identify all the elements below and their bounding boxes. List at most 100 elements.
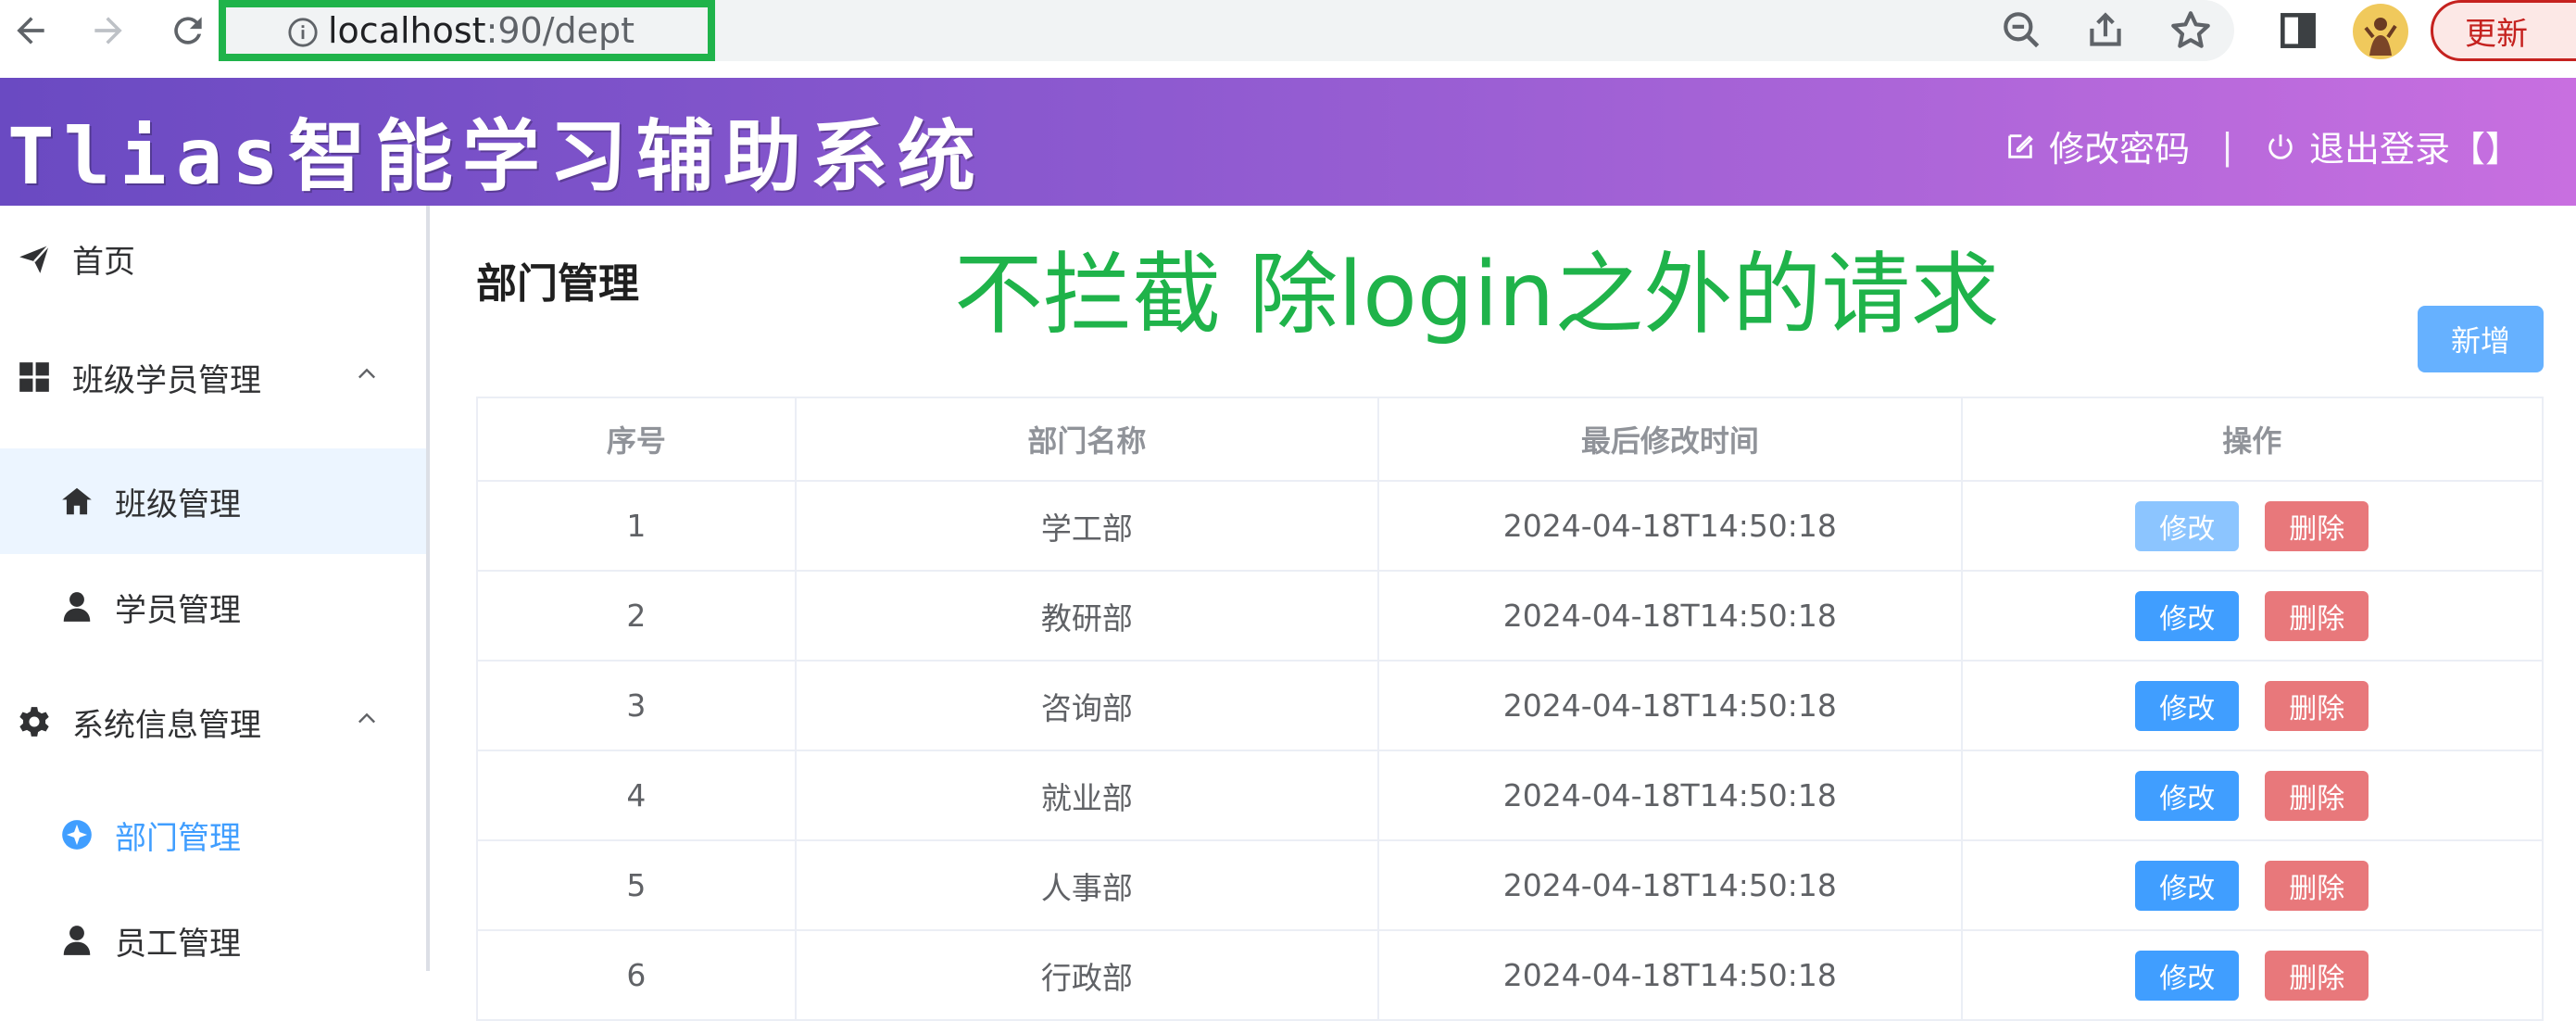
url-host: localhost [328, 10, 486, 51]
table-row: 2 教研部 2024-04-18T14:50:18 修改 删除 [478, 572, 2544, 662]
column-header-actions: 操作 [1962, 398, 2544, 482]
delete-button[interactable]: 删除 [2265, 500, 2369, 551]
cell-actions: 修改 删除 [1962, 931, 2544, 1021]
cell-actions: 修改 删除 [1962, 572, 2544, 662]
cell-name: 行政部 [796, 931, 1380, 1021]
cell-index: 4 [478, 751, 797, 841]
sidebar-group-class[interactable]: 班级学员管理 [0, 324, 426, 430]
logout-link[interactable]: 退出登录【】 [2265, 120, 2520, 171]
column-header-index: 序号 [478, 398, 797, 482]
delete-button[interactable]: 删除 [2265, 950, 2369, 1001]
sidebar-item-departments[interactable]: 部门管理 [0, 782, 426, 888]
app-title: Tlias智能学习辅助系统 [7, 111, 985, 202]
sidebar-item-home[interactable]: 首页 [0, 206, 426, 311]
forward-button[interactable] [78, 0, 139, 61]
edit-button[interactable]: 修改 [2135, 770, 2240, 821]
delete-button[interactable]: 删除 [2265, 860, 2369, 911]
star-icon [2171, 11, 2210, 48]
zoom-out-button[interactable] [1999, 7, 2045, 54]
page-title: 部门管理 [476, 260, 639, 308]
address-bar[interactable]: localhost:90/dept [219, 0, 715, 61]
department-table: 序号 部门名称 最后修改时间 操作 1 学工部 2024-04-18T14:50… [476, 397, 2544, 1021]
sidebar-item-students[interactable]: 学员管理 [0, 554, 426, 660]
add-department-button[interactable]: 新增 [2418, 306, 2544, 372]
sidebar-item-label: 员工管理 [115, 925, 241, 963]
cell-name: 教研部 [796, 572, 1380, 662]
cell-updated: 2024-04-18T14:50:18 [1379, 572, 1963, 662]
delete-button[interactable]: 删除 [2265, 680, 2369, 731]
edit-button[interactable]: 修改 [2135, 590, 2240, 641]
department-icon [59, 817, 94, 852]
user-icon [59, 589, 94, 624]
delete-button[interactable]: 删除 [2265, 770, 2369, 821]
cell-index: 6 [478, 931, 797, 1021]
table-row: 5 人事部 2024-04-18T14:50:18 修改 删除 [478, 841, 2544, 931]
table-row: 6 行政部 2024-04-18T14:50:18 修改 删除 [478, 931, 2544, 1021]
browser-toolbar: localhost:90/dept 更新 [0, 0, 2576, 78]
cell-index: 2 [478, 572, 797, 662]
logout-label: 退出登录【】 [2308, 129, 2520, 170]
chevron-up-icon [358, 712, 375, 724]
cell-actions: 修改 删除 [1962, 662, 2544, 751]
edit-button[interactable]: 修改 [2135, 950, 2240, 1001]
cell-actions: 修改 删除 [1962, 482, 2544, 572]
gear-icon [17, 704, 52, 739]
cell-updated: 2024-04-18T14:50:18 [1379, 482, 1963, 572]
avatar-figure-icon [2364, 18, 2397, 56]
grid-icon [17, 359, 52, 395]
header-links: 修改密码 | 退出登录【】 [2004, 120, 2520, 171]
site-info-icon[interactable] [287, 17, 319, 48]
cell-updated: 2024-04-18T14:50:18 [1379, 841, 1963, 931]
profile-avatar[interactable] [2353, 4, 2408, 59]
table-row: 1 学工部 2024-04-18T14:50:18 修改 删除 [478, 482, 2544, 572]
cell-name: 咨询部 [796, 662, 1380, 751]
sidebar-group-system[interactable]: 系统信息管理 [0, 669, 426, 775]
cell-updated: 2024-04-18T14:50:18 [1379, 751, 1963, 841]
cell-index: 3 [478, 662, 797, 751]
back-arrow-icon [17, 17, 44, 44]
employee-icon [59, 923, 94, 958]
change-password-link[interactable]: 修改密码 [2004, 120, 2190, 171]
edit-button[interactable]: 修改 [2135, 500, 2240, 551]
share-icon [2090, 12, 2121, 46]
sidebar-item-label: 部门管理 [115, 819, 241, 857]
sidebar-item-label: 学员管理 [115, 591, 241, 629]
reload-button[interactable] [157, 0, 219, 61]
cell-index: 5 [478, 841, 797, 931]
cell-updated: 2024-04-18T14:50:18 [1379, 662, 1963, 751]
chevron-up-icon [358, 368, 375, 379]
side-panel-button[interactable] [2275, 7, 2321, 54]
forward-arrow-icon [94, 17, 122, 44]
table-row: 3 咨询部 2024-04-18T14:50:18 修改 删除 [478, 662, 2544, 751]
back-button[interactable] [0, 0, 61, 61]
update-label: 更新 [2465, 15, 2528, 53]
edit-button[interactable]: 修改 [2135, 860, 2240, 911]
reload-icon [174, 17, 202, 44]
cell-actions: 修改 删除 [1962, 751, 2544, 841]
header-separator: | [2221, 125, 2233, 167]
bookmark-button[interactable] [2168, 7, 2214, 54]
sidebar-item-employees[interactable]: 员工管理 [0, 888, 426, 993]
zoom-out-icon [2004, 12, 2040, 48]
sidebar-menu: 首页 班级学员管理 班级管理 学员管理 系统信息管理 部门管理 员工管理 [0, 206, 430, 971]
side-panel-icon [2281, 13, 2316, 48]
delete-button[interactable]: 删除 [2265, 590, 2369, 641]
cell-index: 1 [478, 482, 797, 572]
edit-button[interactable]: 修改 [2135, 680, 2240, 731]
sidebar-item-class[interactable]: 班级管理 [0, 448, 426, 554]
annotation-text: 不拦截 除login之外的请求 [954, 243, 2000, 347]
url-text: localhost:90/dept [328, 10, 635, 51]
browser-update-button[interactable]: 更新 [2431, 0, 2576, 61]
edit-icon [2008, 133, 2034, 158]
cell-name: 人事部 [796, 841, 1380, 931]
cell-name: 学工部 [796, 482, 1380, 572]
sidebar-item-label: 班级学员管理 [72, 361, 261, 399]
add-label: 新增 [2450, 323, 2510, 359]
column-header-name: 部门名称 [796, 398, 1380, 482]
cell-updated: 2024-04-18T14:50:18 [1379, 931, 1963, 1021]
sidebar-item-label: 系统信息管理 [72, 706, 261, 744]
column-header-updated: 最后修改时间 [1379, 398, 1963, 482]
paper-plane-icon [17, 241, 52, 276]
share-button[interactable] [2082, 7, 2129, 54]
cell-actions: 修改 删除 [1962, 841, 2544, 931]
